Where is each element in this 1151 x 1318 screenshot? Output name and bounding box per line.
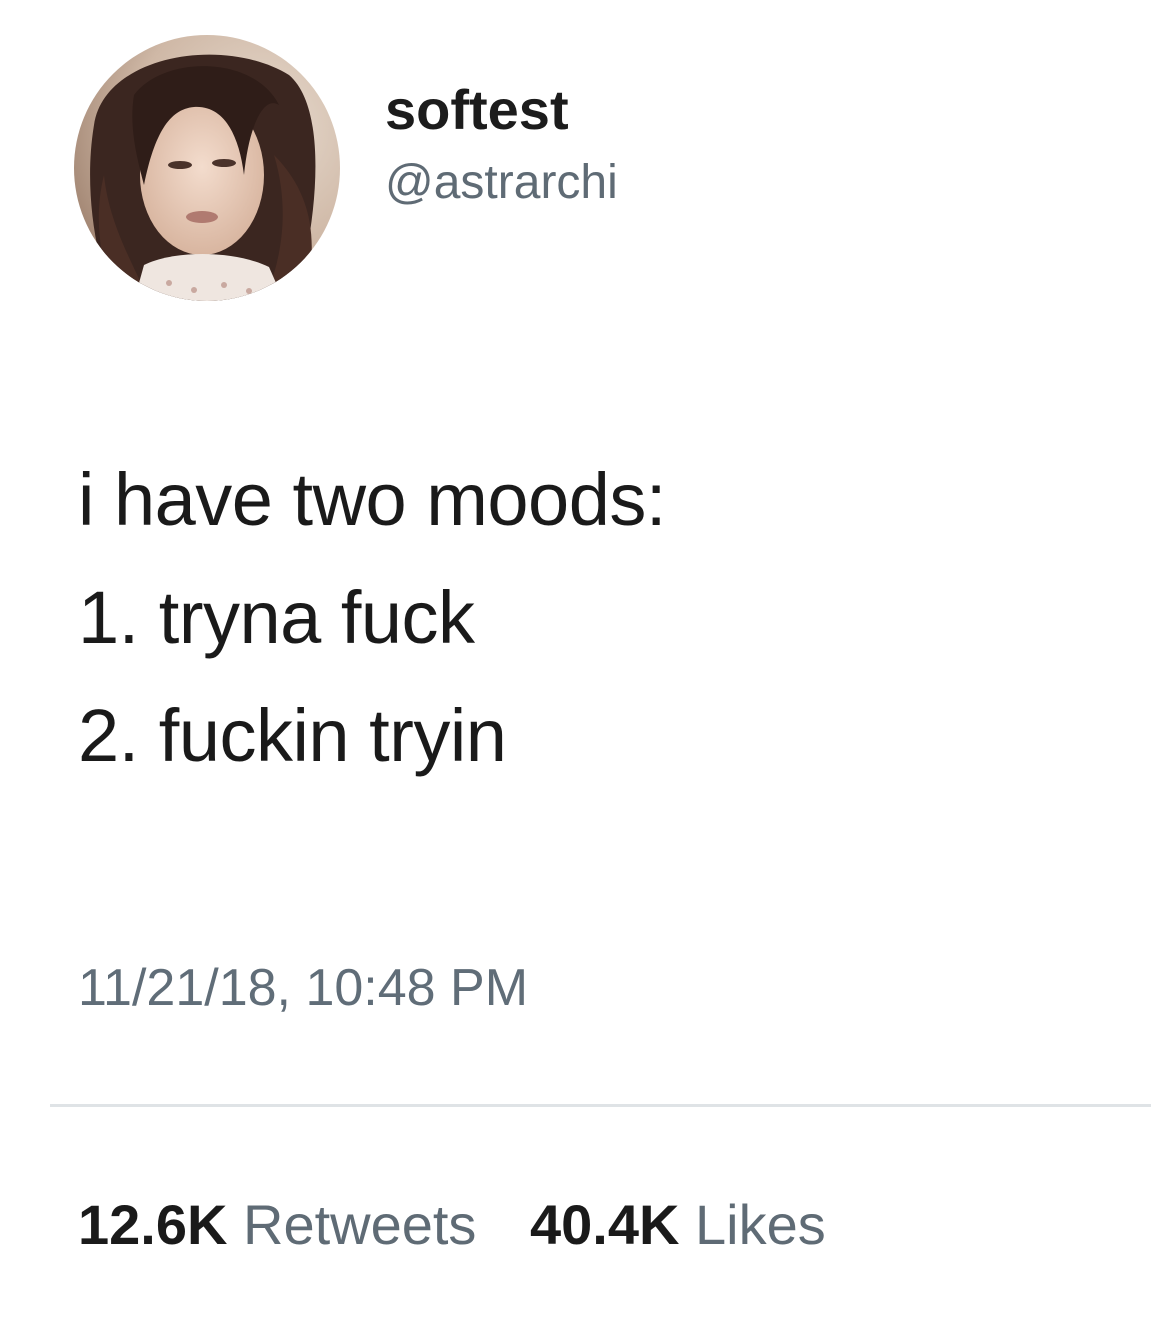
divider (50, 1104, 1151, 1107)
tweet-timestamp[interactable]: 11/21/18, 10:48 PM (78, 958, 528, 1018)
tweet-text-line: 2. fuckin tryin (78, 694, 507, 777)
retweets-label: Retweets (243, 1193, 477, 1256)
user-info: softest @astrarchi (385, 78, 618, 212)
likes-stat[interactable]: 40.4K Likes (530, 1192, 826, 1257)
display-name[interactable]: softest (385, 78, 618, 142)
tweet-stats: 12.6K Retweets 40.4K Likes (78, 1192, 864, 1257)
retweets-stat[interactable]: 12.6K Retweets (78, 1192, 476, 1257)
tweet-card: softest @astrarchi i have two moods: 1. … (0, 0, 1151, 1318)
tweet-text-line: 1. tryna fuck (78, 576, 475, 659)
tweet-text-line: i have two moods: (78, 458, 666, 541)
avatar-photo (74, 35, 340, 301)
avatar[interactable] (74, 35, 340, 301)
retweets-count: 12.6K (78, 1193, 228, 1256)
likes-count: 40.4K (530, 1193, 680, 1256)
user-handle[interactable]: @astrarchi (385, 154, 618, 212)
tweet-text: i have two moods: 1. tryna fuck 2. fucki… (78, 450, 666, 804)
likes-label: Likes (695, 1193, 826, 1256)
